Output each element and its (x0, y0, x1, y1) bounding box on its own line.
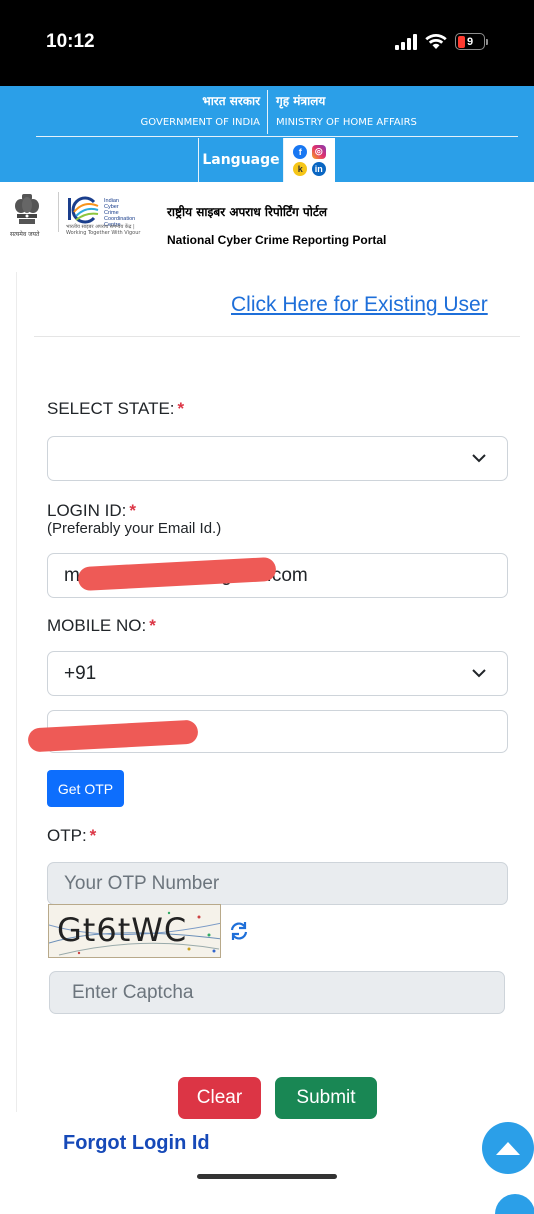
i4c-tagline: भारतीय साइबर अपराध समन्वय केंद्र | Worki… (66, 224, 141, 236)
form-separator (34, 336, 520, 337)
battery-level: 9 (466, 35, 474, 48)
linkedin-icon[interactable]: in (311, 161, 326, 176)
refresh-captcha-icon[interactable] (228, 920, 250, 942)
gov-hindi-text: भारत सरकार (202, 94, 260, 108)
government-banner: भारत सरकार GOVERNMENT OF INDIA गृह मंत्र… (0, 86, 534, 182)
status-bar: 10:12 9 (0, 0, 534, 86)
status-time: 10:12 (46, 31, 95, 52)
captcha-placeholder: Enter Captcha (72, 981, 194, 1003)
chevron-down-icon (472, 454, 486, 463)
chevron-down-icon (472, 669, 486, 678)
gov-english-text: GOVERNMENT OF INDIA (140, 117, 260, 128)
country-code-value: +91 (64, 662, 97, 684)
mobile-label-text: MOBILE NO: (47, 616, 147, 635)
state-label: SELECT STATE: * (47, 399, 184, 419)
login-id-label-text: LOGIN ID: (47, 501, 127, 520)
ministry-of-home-affairs: गृह मंत्रालय MINISTRY OF HOME AFFAIRS (276, 92, 476, 130)
ministry-hindi-text: गृह मंत्रालय (276, 94, 326, 108)
state-label-text: SELECT STATE: (47, 399, 175, 418)
required-marker: * (149, 616, 156, 635)
government-of-india: भारत सरकार GOVERNMENT OF INDIA (120, 92, 260, 130)
required-marker: * (129, 501, 136, 520)
portal-title-hindi: राष्ट्रीय साइबर अपराध रिपोर्टिंग पोर्टल (167, 205, 328, 219)
emblem-caption: सत्यमेव जयते (10, 231, 40, 238)
banner-separator (36, 136, 518, 137)
koo-icon[interactable]: k (293, 161, 308, 176)
login-form: Click Here for Existing User SELECT STAT… (0, 272, 534, 1214)
otp-label: OTP: * (47, 826, 96, 846)
clear-button[interactable]: Clear (178, 1077, 261, 1119)
portal-title-english: National Cyber Crime Reporting Portal (167, 233, 387, 247)
captcha-image: Gt6tWC (48, 904, 221, 958)
status-icons: 9 (395, 33, 488, 50)
login-id-label: LOGIN ID: * (47, 501, 136, 521)
otp-input[interactable]: Your OTP Number (47, 862, 508, 905)
mobile-label: MOBILE NO: * (47, 616, 156, 636)
language-button[interactable]: Language (198, 138, 284, 182)
battery-icon: 9 (455, 33, 488, 50)
arrow-up-icon (496, 1142, 520, 1155)
captcha-input[interactable]: Enter Captcha (49, 971, 505, 1014)
portal-header: सत्यमेव जयते Indian Cyber Crime Coordina… (0, 182, 534, 272)
social-links: f ◎ k in (284, 138, 335, 182)
facebook-icon[interactable]: f (293, 144, 308, 159)
login-id-hint: (Preferably your Email Id.) (47, 520, 222, 537)
wifi-icon (425, 33, 447, 49)
otp-placeholder: Your OTP Number (64, 872, 220, 894)
scroll-to-top-button[interactable] (482, 1122, 534, 1174)
instagram-icon[interactable]: ◎ (311, 144, 326, 159)
home-indicator (197, 1174, 337, 1179)
state-select[interactable] (47, 436, 508, 481)
otp-label-text: OTP: (47, 826, 87, 845)
captcha-text: Gt6tWC (57, 911, 188, 949)
chat-widget-button[interactable] (495, 1194, 534, 1214)
country-code-select[interactable]: +91 (47, 651, 508, 696)
banner-divider (267, 90, 268, 134)
language-bar: Language f ◎ k in (198, 138, 335, 182)
ministry-english-text: MINISTRY OF HOME AFFAIRS (276, 117, 417, 128)
cellular-signal-icon (395, 33, 417, 50)
header-divider (58, 192, 59, 232)
forgot-login-id-link[interactable]: Forgot Login Id (63, 1132, 210, 1155)
submit-button[interactable]: Submit (275, 1077, 377, 1119)
required-marker: * (177, 399, 185, 418)
required-marker: * (89, 826, 97, 845)
existing-user-link[interactable]: Click Here for Existing User (231, 293, 488, 317)
get-otp-button[interactable]: Get OTP (47, 770, 124, 807)
